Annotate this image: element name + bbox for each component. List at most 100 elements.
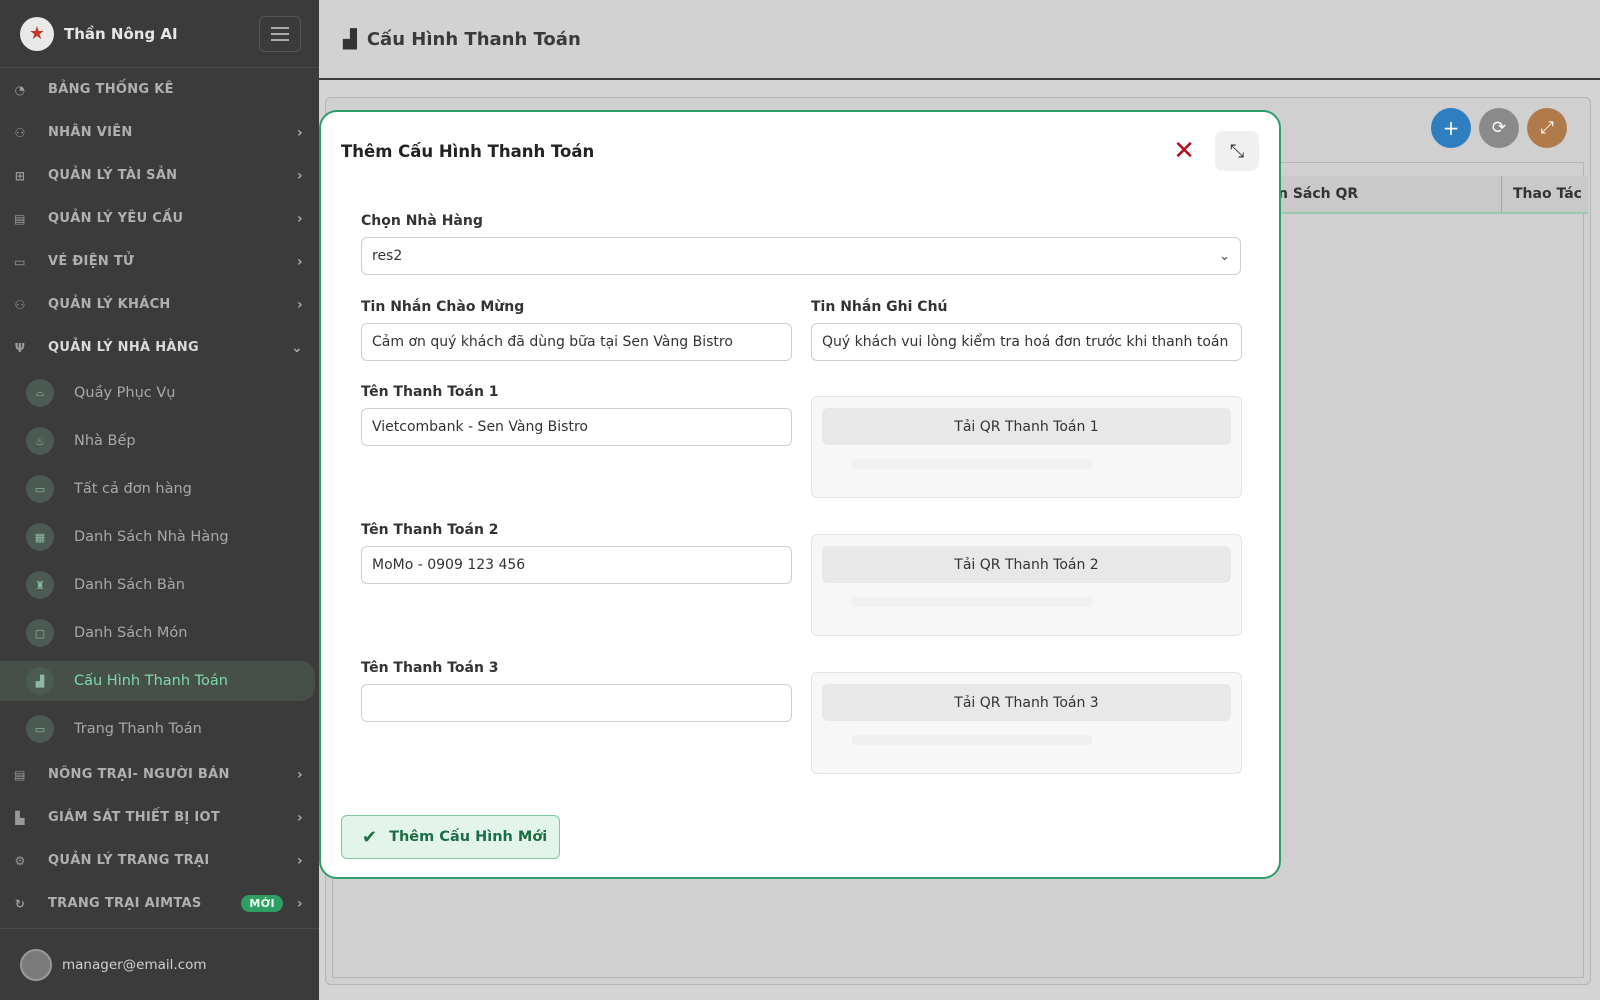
refresh-button[interactable]: ⟳ [1479,108,1519,148]
sidebar-item-label: NHÂN VIÊN [48,125,133,140]
chevron-right-icon: › [296,809,303,826]
chevron-right-icon: › [296,210,303,227]
table-header-actions: Thao Tác [1501,176,1588,214]
assets-icon: ⊞ [14,168,26,183]
farm-seller-icon: ▤ [14,767,26,782]
sidebar-item-iot[interactable]: ▙ GIÁM SÁT THIẾT BỊ IOT › [0,796,319,839]
sidebar-subitem-kitchen[interactable]: ♨ Nhà Bếp [0,417,319,465]
payment-name-3-label: Tên Thanh Toán 3 [361,660,499,676]
upload-qr-3-button[interactable]: Tải QR Thanh Toán 3 [822,684,1231,721]
modal-header: Thêm Cấu Hình Thanh Toán ✕ ⤡ [321,112,1279,190]
sidebar-item-label: QUẢN LÝ NHÀ HÀNG [48,340,199,355]
user-email: manager@email.com [62,956,207,973]
payment-config-modal: Thêm Cấu Hình Thanh Toán ✕ ⤡ Chọn Nhà Hà… [319,110,1281,879]
chevron-down-icon: ⌄ [1219,248,1230,264]
staff-icon: ⚇ [14,125,26,140]
brand-header: ★ Thần Nông AI [0,0,319,68]
sidebar-subitem-label: Danh Sách Bàn [74,577,185,593]
payment-name-2-input[interactable]: MoMo - 0909 123 456 [361,546,792,584]
chevron-right-icon: › [296,124,303,141]
sidebar-subitem-restaurant-list[interactable]: ▦ Danh Sách Nhà Hàng [0,513,319,561]
payment-page-icon: ▭ [26,715,54,743]
note-message-label: Tin Nhắn Ghi Chú [811,299,948,315]
sidebar-item-guests[interactable]: ⚇ QUẢN LÝ KHÁCH › [0,283,319,326]
sidebar-item-label: GIÁM SÁT THIẾT BỊ IOT [48,810,221,825]
table-list-icon: ♜ [26,571,54,599]
orders-icon: ▭ [26,475,54,503]
add-config-button-label: Thêm Cấu Hình Mới [389,829,548,845]
sidebar-item-etickets[interactable]: ▭ VÉ ĐIỆN TỬ › [0,240,319,283]
chevron-down-icon: ⌄ [290,339,303,356]
sidebar-subitem-label: Tất cả đơn hàng [74,481,192,497]
sidebar-subitem-label: Trang Thanh Toán [74,721,202,737]
sidebar-subitem-service-counter[interactable]: ⌓ Quầy Phục Vụ [0,369,319,417]
chevron-right-icon: › [296,167,303,184]
menu-list-icon: ▢ [26,619,54,647]
requests-icon: ▤ [14,211,26,226]
restaurant-select[interactable]: res2 ⌄ [361,237,1241,275]
sidebar-item-farm-seller[interactable]: ▤ NÔNG TRẠI- NGƯỜI BÁN › [0,753,319,796]
sidebar-subitem-payment-page[interactable]: ▭ Trang Thanh Toán [0,705,319,753]
aimtas-icon: ↻ [14,896,26,911]
iot-icon: ▙ [15,810,25,825]
chevron-right-icon: › [296,296,303,313]
restaurant-icon: ψ [14,340,26,355]
sidebar-item-staff[interactable]: ⚇ NHÂN VIÊN › [0,111,319,154]
qr-placeholder [852,735,1092,745]
sidebar-item-label: TRANG TRẠI AIMTAS [48,896,202,911]
payment-name-3-input[interactable] [361,684,792,722]
sidebar-subitem-label: Nhà Bếp [74,433,136,449]
sidebar-subitem-label: Cấu Hình Thanh Toán [74,673,228,689]
qr-upload-3: Tải QR Thanh Toán 3 [811,672,1242,774]
sidebar-item-farm[interactable]: ⚙ QUẢN LÝ TRANG TRẠI › [0,839,319,882]
sidebar-subitem-menu-list[interactable]: ▢ Danh Sách Món [0,609,319,657]
fullscreen-button[interactable]: ⤢ [1527,108,1567,148]
qr-upload-2: Tải QR Thanh Toán 2 [811,534,1242,636]
add-button[interactable]: + [1431,108,1471,148]
sidebar-item-restaurant[interactable]: ψ QUẢN LÝ NHÀ HÀNG ⌄ [0,326,319,369]
payment-name-1-input[interactable]: Vietcombank - Sen Vàng Bistro [361,408,792,446]
welcome-message-input[interactable]: Cảm ơn quý khách đã dùng bữa tại Sen Vàn… [361,323,792,361]
farm-icon: ⚙ [14,853,26,868]
avatar [20,948,52,981]
brand-logo: ★ [20,16,54,51]
chevron-right-icon: › [296,895,303,912]
expand-icon[interactable]: ⤡ [1215,131,1259,171]
qr-upload-1: Tải QR Thanh Toán 1 [811,396,1242,498]
note-message-input[interactable]: Quý khách vui lòng kiểm tra hoá đơn trướ… [811,323,1242,361]
user-profile[interactable]: manager@email.com [0,928,319,1000]
new-badge: MỚI [241,895,283,912]
sidebar-item-label: QUẢN LÝ KHÁCH [48,297,171,312]
hamburger-menu-button[interactable] [259,15,301,52]
upload-qr-2-button[interactable]: Tải QR Thanh Toán 2 [822,546,1231,583]
kitchen-icon: ♨ [26,427,54,455]
bar-chart-icon: ▟ [343,28,357,50]
sidebar-item-assets[interactable]: ⊞ QUẢN LÝ TÀI SẢN › [0,154,319,197]
qr-placeholder [852,459,1092,469]
modal-title: Thêm Cấu Hình Thanh Toán [341,141,595,161]
close-icon[interactable]: ✕ [1173,138,1195,164]
sidebar-item-label: QUẢN LÝ TÀI SẢN [48,168,178,183]
payment-name-2-label: Tên Thanh Toán 2 [361,522,499,538]
sidebar-item-label: NÔNG TRẠI- NGƯỜI BÁN [48,767,230,782]
add-config-button[interactable]: ✔ Thêm Cấu Hình Mới [341,815,560,859]
payment-config-icon: ▟ [26,667,54,695]
sidebar-item-dashboard[interactable]: ◔ BẢNG THỐNG KÊ [0,68,319,111]
sidebar-subitem-label: Danh Sách Món [74,625,188,641]
page-title: Cấu Hình Thanh Toán [366,28,581,50]
check-icon: ✔ [362,826,378,848]
service-counter-icon: ⌓ [26,379,54,407]
chevron-right-icon: › [296,253,303,270]
sidebar-item-requests[interactable]: ▤ QUẢN LÝ YÊU CẦU › [0,197,319,240]
sidebar-subitem-payment-config[interactable]: ▟ Cấu Hình Thanh Toán [0,661,315,701]
restaurant-label: Chọn Nhà Hàng [361,213,483,229]
sidebar-item-aimtas[interactable]: ↻ TRANG TRẠI AIMTAS MỚI › [0,882,319,925]
guests-icon: ⚇ [14,297,26,312]
sidebar-subitem-label: Quầy Phục Vụ [74,385,176,401]
restaurant-select-value: res2 [372,248,403,264]
welcome-message-label: Tin Nhắn Chào Mừng [361,299,525,315]
sidebar-subitem-orders[interactable]: ▭ Tất cả đơn hàng [0,465,319,513]
sidebar-item-label: QUẢN LÝ YÊU CẦU [48,211,184,226]
upload-qr-1-button[interactable]: Tải QR Thanh Toán 1 [822,408,1231,445]
sidebar-subitem-table-list[interactable]: ♜ Danh Sách Bàn [0,561,319,609]
